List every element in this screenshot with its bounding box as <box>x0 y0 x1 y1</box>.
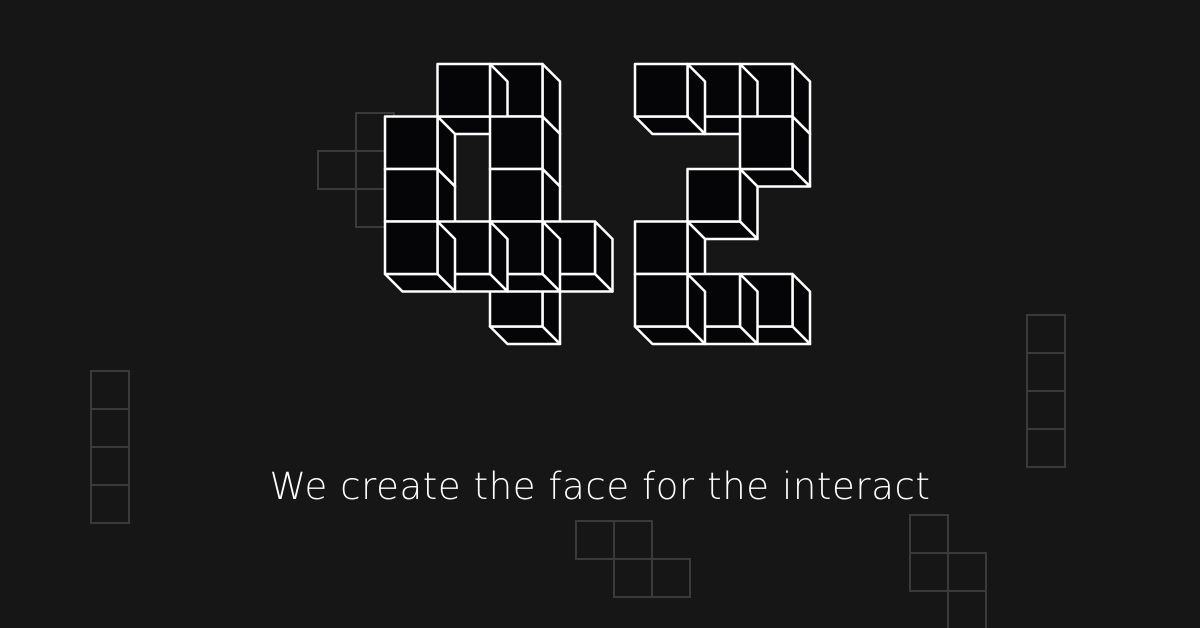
tetromino-s-bottom <box>575 520 691 598</box>
decor-cell <box>947 552 987 592</box>
decor-cell <box>651 558 691 598</box>
decor-cell <box>90 408 130 448</box>
logo-cube-digit-2 <box>633 272 707 346</box>
decor-cell <box>909 514 949 554</box>
logo-cube-digit-2 <box>686 167 759 241</box>
tetromino-s-right <box>909 514 987 628</box>
tetromino-t-top <box>317 112 395 228</box>
logo-42 <box>383 62 812 346</box>
decor-cell <box>1026 390 1066 430</box>
decor-cell <box>947 590 987 628</box>
logo-cube-digit-2 <box>738 115 812 188</box>
tetromino-i-right <box>1026 314 1066 468</box>
decor-cell <box>613 558 653 598</box>
scene-canvas <box>90 62 1066 628</box>
decor-cell <box>575 520 615 560</box>
decor-cell <box>317 150 357 190</box>
decor-cell <box>909 552 949 592</box>
logo-cube-digit-4 <box>383 220 457 293</box>
logo-cube-digit-2 <box>633 62 707 136</box>
decor-cell <box>1026 352 1066 392</box>
decor-cell <box>90 370 130 410</box>
tagline: We create the face for the interact <box>269 465 931 508</box>
decor-cell <box>1026 314 1066 354</box>
decor-cell <box>613 520 653 560</box>
background-tetrominoes <box>90 112 1066 628</box>
